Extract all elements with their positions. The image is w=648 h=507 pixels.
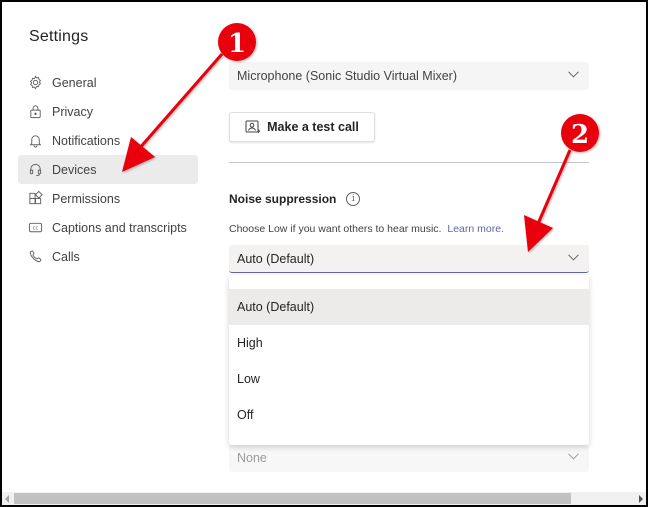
- make-test-call-label: Make a test call: [267, 120, 359, 134]
- nav-item-calls[interactable]: Calls: [18, 242, 198, 271]
- nav-label: Devices: [52, 162, 97, 177]
- nav-item-general[interactable]: General: [18, 68, 198, 97]
- nav-item-notifications[interactable]: Notifications: [18, 126, 198, 155]
- noise-suppression-select-value: Auto (Default): [237, 251, 315, 266]
- lock-icon: [30, 105, 41, 119]
- test-call-icon: [245, 120, 261, 134]
- nav-label: General: [52, 75, 97, 90]
- phone-icon: [29, 250, 42, 263]
- noise-suppression-description: Choose Low if you want others to hear mu…: [229, 223, 504, 235]
- chevron-down-icon: [568, 71, 579, 78]
- section-divider: [229, 162, 589, 163]
- dropdown-option-auto[interactable]: Auto (Default): [229, 289, 589, 325]
- noise-suppression-title: Noise suppression: [229, 192, 337, 206]
- noise-suppression-select[interactable]: Auto (Default): [229, 245, 589, 273]
- learn-more-link[interactable]: Learn more.: [447, 223, 504, 235]
- svg-text:cc: cc: [33, 226, 39, 232]
- nav-label: Notifications: [52, 133, 121, 148]
- horizontal-scrollbar[interactable]: [2, 492, 646, 505]
- description-text: Choose Low if you want others to hear mu…: [229, 223, 442, 235]
- apps-icon: [29, 191, 43, 205]
- page-title: Settings: [29, 28, 89, 45]
- secondary-select-value: None: [237, 451, 267, 465]
- info-icon[interactable]: i: [346, 192, 361, 206]
- secondary-select[interactable]: None: [229, 444, 589, 472]
- nav-label: Captions and transcripts: [52, 220, 187, 235]
- settings-nav: General Privacy Notifications Devices Pe…: [18, 68, 198, 271]
- dropdown-option-low[interactable]: Low: [229, 361, 589, 397]
- captions-icon: cc: [28, 222, 43, 233]
- microphone-select[interactable]: Microphone (Sonic Studio Virtual Mixer): [229, 62, 589, 90]
- make-test-call-button[interactable]: Make a test call: [229, 112, 375, 142]
- nav-item-permissions[interactable]: Permissions: [18, 184, 198, 213]
- chevron-down-icon: [568, 254, 579, 261]
- nav-item-captions[interactable]: cc Captions and transcripts: [18, 213, 198, 242]
- headset-icon: [29, 163, 42, 177]
- nav-item-privacy[interactable]: Privacy: [18, 97, 198, 126]
- microphone-select-value: Microphone (Sonic Studio Virtual Mixer): [237, 69, 458, 83]
- scroll-left-arrow-icon[interactable]: [5, 495, 9, 503]
- noise-suppression-heading: Noise suppression i: [229, 192, 361, 206]
- nav-label: Privacy: [52, 104, 93, 119]
- dropdown-option-off[interactable]: Off: [229, 397, 589, 433]
- gear-icon: [30, 75, 41, 90]
- settings-window: Settings General Privacy Notifications D…: [2, 2, 646, 505]
- dropdown-option-high[interactable]: High: [229, 325, 589, 361]
- bell-icon: [29, 135, 42, 148]
- nav-label: Calls: [52, 249, 80, 264]
- scroll-right-arrow-icon[interactable]: [639, 495, 643, 503]
- nav-item-devices[interactable]: Devices: [18, 155, 198, 184]
- nav-label: Permissions: [52, 191, 121, 206]
- chevron-down-icon: [568, 453, 579, 460]
- scrollbar-thumb[interactable]: [14, 493, 571, 504]
- noise-suppression-dropdown-menu: Auto (Default) High Low Off: [229, 275, 589, 445]
